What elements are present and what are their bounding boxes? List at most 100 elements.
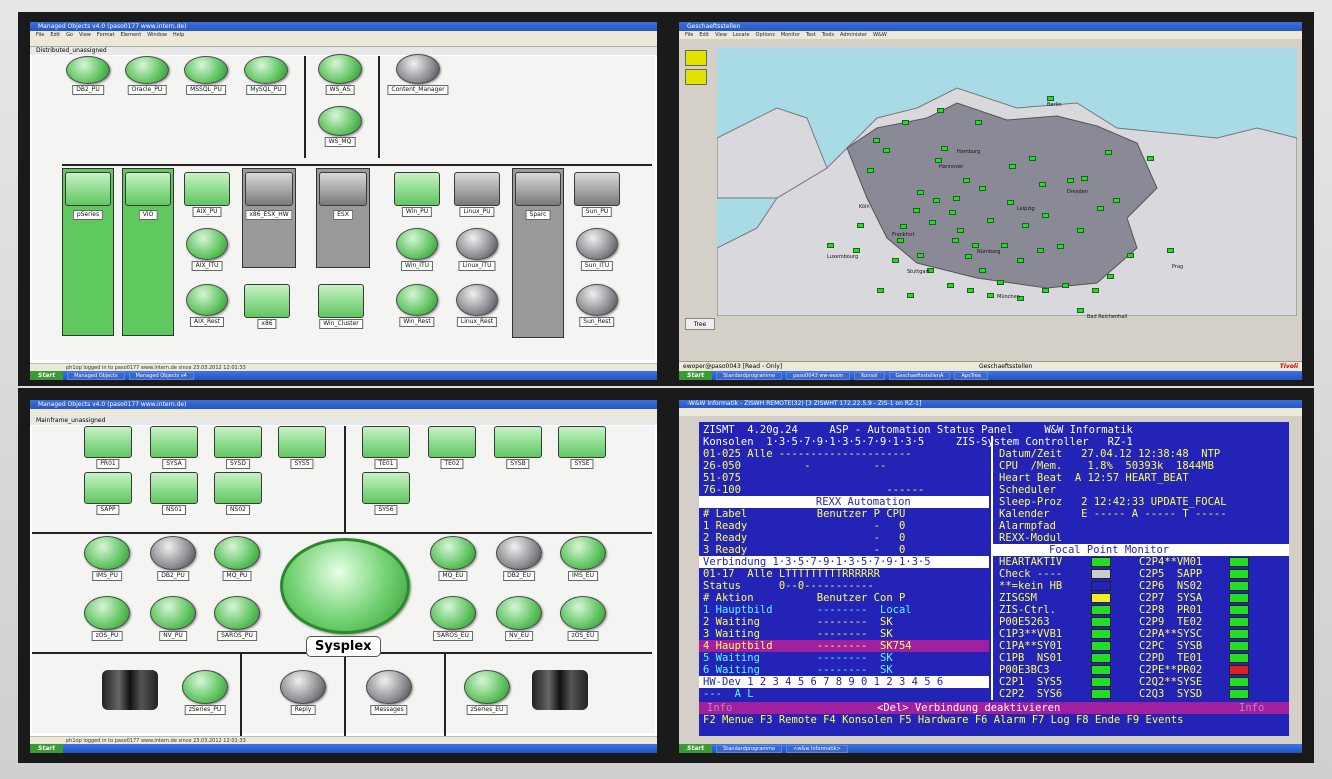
location-marker[interactable] — [1009, 164, 1016, 169]
location-marker[interactable] — [1047, 96, 1054, 101]
location-marker[interactable] — [1029, 156, 1036, 161]
location-marker[interactable] — [935, 158, 942, 163]
taskbar-item[interactable]: Konsol — [854, 372, 885, 380]
location-marker[interactable] — [1057, 244, 1064, 249]
location-marker[interactable] — [967, 288, 974, 293]
location-marker[interactable] — [1017, 258, 1024, 263]
location-marker[interactable] — [979, 268, 986, 273]
node-win_cluster-box[interactable] — [318, 284, 364, 318]
location-marker[interactable] — [1097, 206, 1104, 211]
location-marker[interactable] — [907, 293, 914, 298]
location-marker[interactable] — [1105, 150, 1112, 155]
node-sys5-box[interactable] — [278, 426, 326, 458]
menu-item[interactable]: W&W — [873, 32, 887, 38]
location-marker[interactable] — [929, 220, 936, 225]
node-reply-circle[interactable] — [280, 670, 326, 704]
menu-item[interactable]: Edit — [699, 32, 709, 38]
node-sys6-box[interactable] — [362, 472, 410, 504]
bell-icon[interactable] — [685, 69, 707, 85]
sysplex-node[interactable] — [280, 538, 410, 634]
location-marker[interactable] — [972, 243, 979, 248]
node-linux_itu-circle[interactable] — [456, 228, 498, 260]
location-marker[interactable] — [937, 108, 944, 113]
node-zseries_eu-circle[interactable] — [464, 670, 510, 704]
vio-box[interactable] — [125, 172, 171, 206]
location-marker[interactable] — [867, 168, 874, 173]
location-marker[interactable] — [953, 196, 960, 201]
node-win_itu-circle[interactable] — [396, 228, 438, 260]
node-ims_eu-circle[interactable] — [560, 536, 606, 570]
location-marker[interactable] — [913, 208, 920, 213]
menu-item[interactable]: View — [715, 32, 727, 38]
location-marker[interactable] — [952, 238, 959, 243]
menu-item[interactable]: Locate — [733, 32, 750, 38]
location-marker[interactable] — [997, 280, 1004, 285]
location-marker[interactable] — [873, 138, 880, 143]
menu-item[interactable]: Monitor — [781, 32, 800, 38]
location-marker[interactable] — [892, 258, 899, 263]
menu-item[interactable]: Format — [97, 32, 115, 38]
node-mysql_pu-circle[interactable] — [244, 56, 288, 84]
taskbar-item[interactable]: Managed Objects v4 — [128, 372, 194, 380]
node-win_pu-box[interactable] — [394, 172, 440, 206]
location-marker[interactable] — [1022, 223, 1029, 228]
menu-item[interactable]: Help — [173, 32, 184, 38]
taskbar-item[interactable]: GeschaeftsstellenA — [888, 372, 951, 380]
location-marker[interactable] — [857, 223, 864, 228]
node-pr01-box[interactable] — [84, 426, 132, 458]
taskbar-item[interactable]: ApsTree — [954, 372, 989, 380]
node-x86-box[interactable] — [244, 284, 290, 318]
node-aix_rest-circle[interactable] — [186, 284, 228, 316]
node-sysa-box[interactable] — [150, 426, 198, 458]
node-zos_pu-circle[interactable] — [84, 596, 130, 630]
node-mssql_pu-circle[interactable] — [184, 56, 228, 84]
location-marker[interactable] — [897, 238, 904, 243]
menu-item[interactable]: Tools — [822, 32, 834, 38]
node-aix_pu-box[interactable] — [184, 172, 230, 206]
node-ims_pu-circle[interactable] — [84, 536, 130, 570]
location-marker[interactable] — [965, 254, 972, 259]
node-saros_eu-circle[interactable] — [430, 596, 476, 630]
node-messages-circle[interactable] — [366, 670, 412, 704]
menu-item[interactable]: Test — [806, 32, 816, 38]
location-marker[interactable] — [941, 146, 948, 151]
location-marker[interactable] — [1067, 178, 1074, 183]
location-marker[interactable] — [963, 178, 970, 183]
location-marker[interactable] — [949, 210, 956, 215]
node-te02-box[interactable] — [428, 426, 476, 458]
node-linux_pu-box[interactable] — [454, 172, 500, 206]
node-nv_eu-circle[interactable] — [496, 596, 542, 630]
node-ws_as-circle[interactable] — [318, 54, 362, 84]
node-sapp-box[interactable] — [84, 472, 132, 504]
menu-item[interactable]: File — [36, 32, 44, 38]
start-button[interactable]: Start — [679, 744, 713, 753]
esx-box[interactable] — [319, 172, 367, 206]
location-marker[interactable] — [917, 190, 924, 195]
location-marker[interactable] — [1001, 243, 1008, 248]
node-nv_pu-circle[interactable] — [150, 596, 196, 630]
taskbar-item[interactable]: Standardprogramme — [716, 745, 783, 753]
map-view[interactable]: Hamburg Berlin Hannover Köln Frankfurt Stuttg… — [717, 48, 1297, 320]
automation-status-panel[interactable]: ZISMT 4.20g.24 ASP - Automation Status P… — [699, 422, 1289, 736]
location-marker[interactable] — [1077, 308, 1084, 313]
node-db2_pu-circle[interactable] — [66, 56, 110, 84]
location-marker[interactable] — [883, 148, 890, 153]
location-marker[interactable] — [1062, 283, 1069, 288]
location-marker[interactable] — [1039, 182, 1046, 187]
node-sun_rest-circle[interactable] — [576, 284, 618, 316]
node-mq_pu-circle[interactable] — [214, 536, 260, 570]
tree-button[interactable]: Tree — [685, 318, 715, 330]
location-marker[interactable] — [877, 288, 884, 293]
location-marker[interactable] — [987, 293, 994, 298]
node-mq_eu-circle[interactable] — [430, 536, 476, 570]
location-marker[interactable] — [1007, 200, 1014, 205]
node-ns02-box[interactable] — [214, 472, 262, 504]
node-sun_itu-circle[interactable] — [576, 228, 618, 260]
node-saros_pu-circle[interactable] — [214, 596, 260, 630]
taskbar-item[interactable]: Standardprogramme — [716, 372, 783, 380]
menu-item[interactable]: Element — [121, 32, 142, 38]
node-ns01-box[interactable] — [150, 472, 198, 504]
location-marker[interactable] — [1127, 253, 1134, 258]
location-marker[interactable] — [1113, 198, 1120, 203]
location-marker[interactable] — [979, 186, 986, 191]
